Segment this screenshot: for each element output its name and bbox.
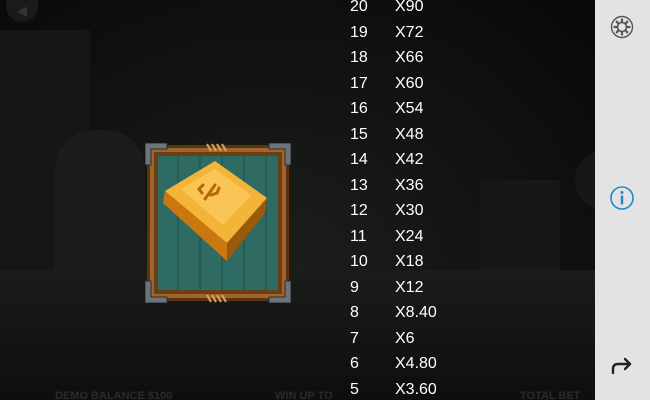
payout-multiplier: X72: [395, 23, 424, 41]
footer-bet: TOTAL BET: [520, 390, 581, 400]
symbol-count: 11: [350, 227, 367, 245]
symbol-count: 20: [350, 0, 368, 15]
back-button[interactable]: ◀: [6, 0, 38, 22]
symbol-count: 13: [350, 176, 368, 194]
footer-win: WIN UP TO: [275, 390, 333, 400]
payout-multiplier: X4.80: [395, 355, 437, 372]
symbol-count: 18: [350, 49, 368, 66]
payout-multiplier: X12: [395, 278, 424, 296]
payout-multiplier: X18: [395, 253, 424, 270]
payout-multiplier: X36: [395, 176, 424, 194]
symbol-count: 7: [350, 329, 359, 347]
symbol-count: 16: [350, 100, 368, 117]
payout-multiplier: X24: [395, 227, 424, 245]
settings-icon: [610, 15, 634, 39]
footer-balance: DEMO BALANCE $100: [55, 390, 173, 400]
gold-bar-icon: [144, 142, 292, 304]
payout-multiplier: X42: [395, 151, 424, 168]
payout-multiplier: X48: [395, 125, 424, 143]
info-icon: [610, 186, 634, 210]
symbol-count: 14: [350, 151, 368, 168]
symbol-count: 6: [350, 355, 359, 372]
settings-button[interactable]: [608, 13, 636, 41]
game-background: ◀ DEMO BALANCE $100 WIN UP TO TOTAL BET: [0, 0, 595, 400]
payout-multiplier: X60: [395, 74, 424, 92]
background-ground: [0, 270, 595, 400]
symbol-count: 9: [350, 278, 359, 296]
symbol-count: 12: [350, 202, 368, 219]
symbol-count: 10: [350, 253, 368, 270]
back-arrow-icon: ◀: [17, 3, 27, 18]
payout-multiplier: X54: [395, 100, 424, 117]
payout-multiplier: X6: [395, 329, 415, 347]
payout-multiplier: X30: [395, 202, 424, 219]
gold-bar-symbol-card: [144, 142, 292, 304]
return-icon: [611, 357, 632, 375]
info-button[interactable]: [608, 184, 636, 212]
payout-multiplier: X90: [395, 0, 424, 15]
symbol-count: 8: [350, 304, 359, 321]
symbol-count: 5: [350, 380, 359, 398]
payout-multiplier: X8.40: [395, 304, 437, 321]
payout-multiplier: X3.60: [395, 380, 437, 398]
background-building: [55, 130, 145, 290]
payout-multiplier: X66: [395, 49, 424, 66]
right-sidebar: [595, 0, 650, 400]
symbol-count: 19: [350, 23, 368, 41]
symbol-count: 17: [350, 74, 368, 92]
return-button[interactable]: [608, 353, 636, 381]
symbol-count: 15: [350, 125, 368, 143]
